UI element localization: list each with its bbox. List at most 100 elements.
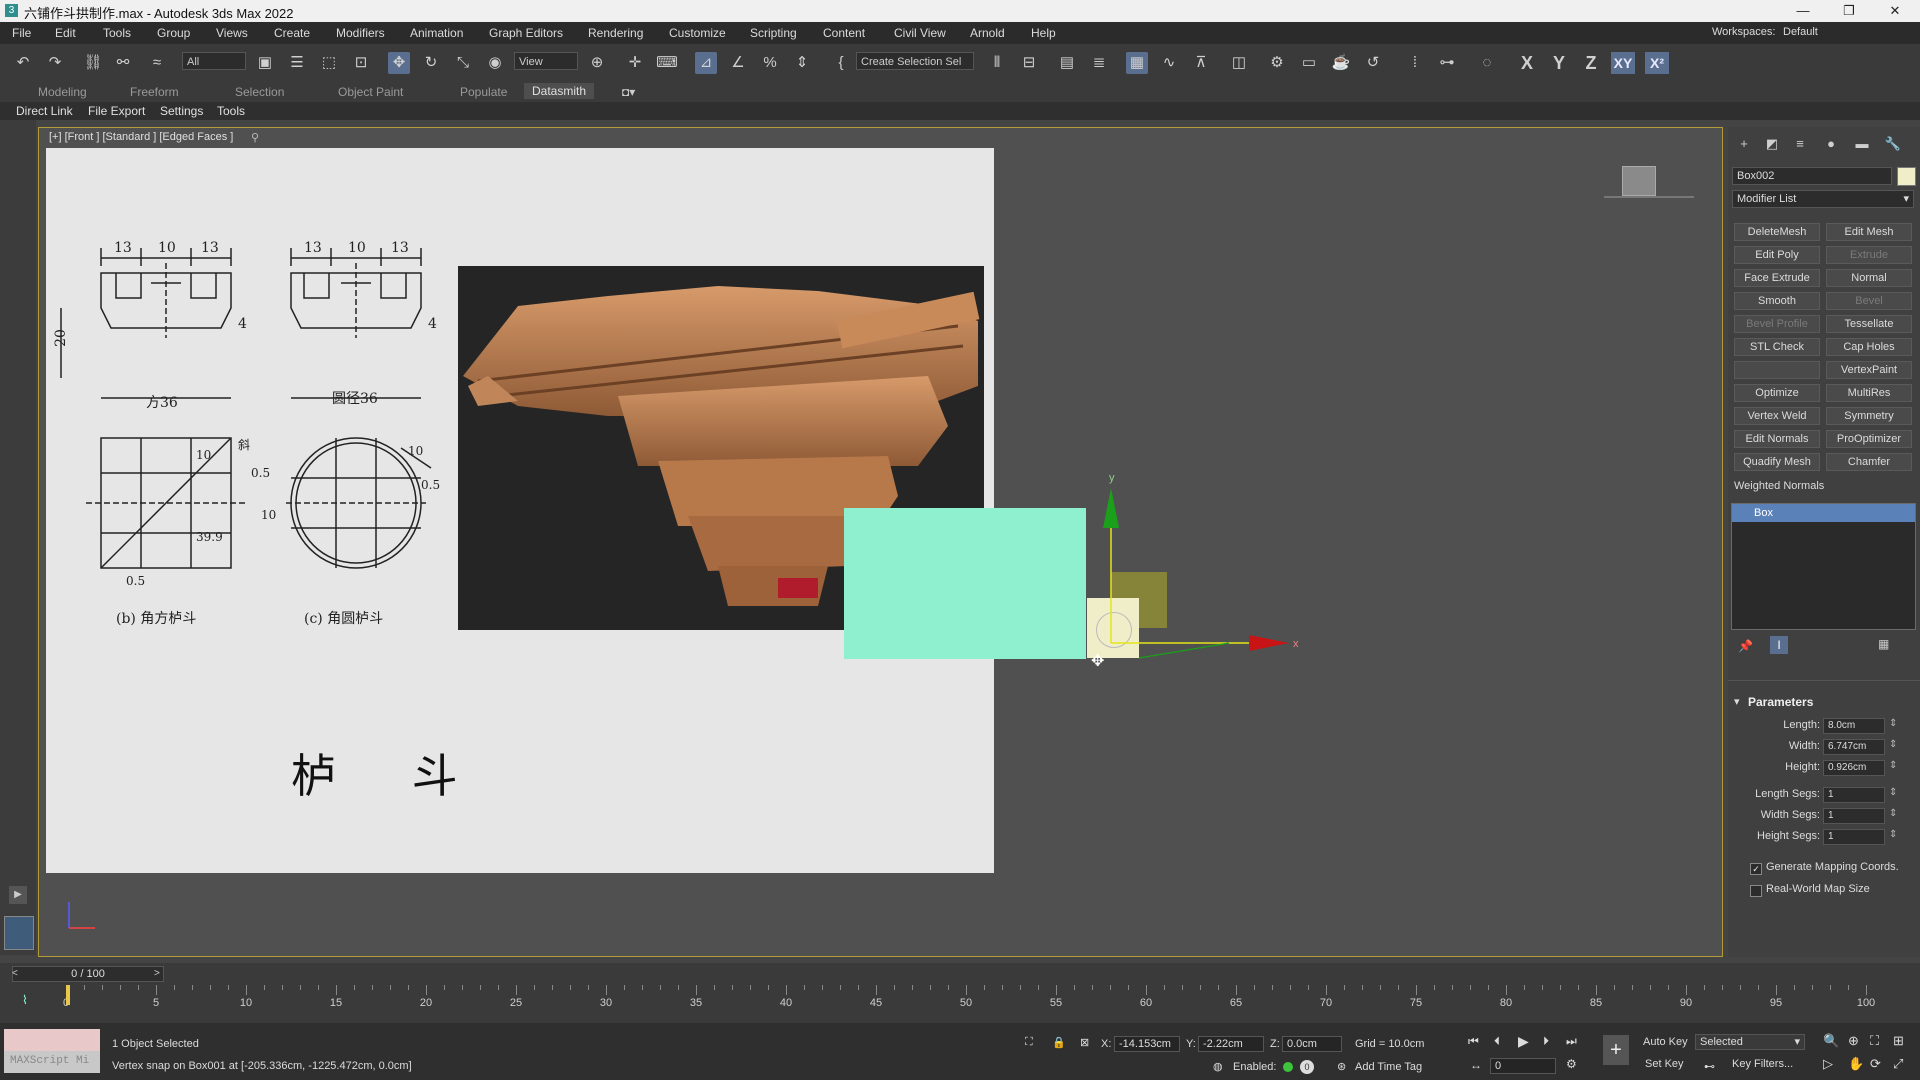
create-tab-icon[interactable]: +: [1734, 134, 1754, 154]
move-gizmo[interactable]: y x ✥: [1079, 448, 1329, 678]
prev-frame-icon[interactable]: <: [12, 968, 18, 979]
tab-populate[interactable]: Populate: [460, 85, 507, 99]
menu-graph-editors[interactable]: Graph Editors: [489, 26, 563, 40]
filter-icon[interactable]: ⚲: [251, 131, 259, 144]
menu-tools[interactable]: Tools: [103, 26, 131, 40]
file-export-button[interactable]: File Export: [88, 104, 145, 118]
spinner-arrows-icon[interactable]: ⇕: [1889, 760, 1897, 771]
spinner-arrows-icon[interactable]: ⇕: [1889, 718, 1897, 729]
prev-key-icon[interactable]: ⏴: [1494, 1034, 1500, 1049]
active-shade-icon[interactable]: ↺: [1362, 52, 1384, 74]
keyboard-shortcut-icon[interactable]: ⌨: [656, 52, 678, 74]
z-coord-field[interactable]: 0.0cm: [1282, 1036, 1342, 1052]
modifier-stack[interactable]: Box: [1731, 503, 1916, 630]
generate-mapping-checkbox[interactable]: ✓: [1750, 863, 1762, 875]
modifier-button[interactable]: Cap Holes: [1826, 338, 1912, 356]
auto-key-button[interactable]: Auto Key: [1643, 1033, 1688, 1051]
menu-animation[interactable]: Animation: [410, 26, 463, 40]
move-icon[interactable]: ✥: [388, 52, 410, 74]
key-mode-icon[interactable]: ↔: [1470, 1058, 1482, 1072]
render-teapot-icon[interactable]: ☕: [1330, 52, 1352, 74]
menu-views[interactable]: Views: [216, 26, 248, 40]
select-by-name-icon[interactable]: ☰: [286, 52, 308, 74]
next-frame-icon[interactable]: >: [154, 968, 160, 979]
pan-icon[interactable]: ✋: [1848, 1056, 1864, 1072]
rendered-frame-icon[interactable]: ▭: [1298, 52, 1320, 74]
spinner-arrows-icon[interactable]: ⇕: [1889, 829, 1897, 840]
utilities-tab-icon[interactable]: 🔧: [1883, 134, 1903, 154]
fov-icon[interactable]: ▷: [1823, 1056, 1833, 1072]
param-spinner[interactable]: 1: [1823, 829, 1885, 845]
y-coord-field[interactable]: -2.22cm: [1198, 1036, 1264, 1052]
mirror-icon[interactable]: ⫴: [986, 52, 1008, 74]
modifier-button[interactable]: Bevel Profile: [1734, 315, 1820, 333]
maxscript-listener[interactable]: MAXScript Mi: [4, 1029, 100, 1073]
hierarchy-tab-icon[interactable]: ≡: [1790, 134, 1810, 154]
configure-sets-icon[interactable]: ▦: [1878, 637, 1889, 651]
next-key-icon[interactable]: ⏵: [1543, 1034, 1549, 1049]
viewport-layout-icon[interactable]: [4, 916, 34, 950]
goto-end-icon[interactable]: ⏭: [1566, 1034, 1577, 1049]
modifier-button[interactable]: DeleteMesh: [1734, 223, 1820, 241]
close-button[interactable]: ✕: [1872, 0, 1918, 22]
enabled-indicator[interactable]: [1283, 1062, 1293, 1072]
spinner-snap-icon[interactable]: ⇕: [791, 52, 813, 74]
zoom-all-icon[interactable]: ⊕: [1848, 1033, 1859, 1049]
link-icon[interactable]: ⛓: [82, 52, 104, 74]
display-tab-icon[interactable]: ▬: [1852, 134, 1872, 154]
pivot-center-icon[interactable]: ⊕: [586, 52, 608, 74]
axis-y-button[interactable]: Y: [1547, 52, 1571, 74]
modify-tab-icon[interactable]: ◩: [1762, 134, 1782, 154]
menu-civil-view[interactable]: Civil View: [894, 26, 946, 40]
modifier-button[interactable]: Face Extrude: [1734, 269, 1820, 287]
minimize-button[interactable]: —: [1780, 0, 1826, 22]
rotate-icon[interactable]: ↻: [420, 52, 442, 74]
menu-group[interactable]: Group: [157, 26, 190, 40]
menu-customize[interactable]: Customize: [669, 26, 726, 40]
object-color-swatch[interactable]: [1897, 167, 1916, 186]
ribbon-toggle-icon[interactable]: ▦: [1126, 52, 1148, 74]
menu-modifiers[interactable]: Modifiers: [336, 26, 385, 40]
time-slider[interactable]: 0 / 100: [12, 966, 164, 982]
modifier-button[interactable]: Bevel: [1826, 292, 1912, 310]
expand-icon[interactable]: ▶: [9, 886, 27, 904]
modifier-button[interactable]: STL Check: [1734, 338, 1820, 356]
modifier-button[interactable]: [1734, 361, 1820, 379]
front-viewport[interactable]: [+] [Front ] [Standard ] [Edged Faces ] …: [38, 127, 1723, 957]
tab-datasmith[interactable]: Datasmith: [524, 83, 595, 99]
curve-editor-mini-icon[interactable]: ⌇: [22, 993, 28, 1007]
select-object-icon[interactable]: ▣: [254, 52, 276, 74]
modifier-button[interactable]: Edit Poly: [1734, 246, 1820, 264]
modifier-button[interactable]: Smooth: [1734, 292, 1820, 310]
isolate-icon[interactable]: ◌: [1476, 52, 1498, 74]
modifier-button[interactable]: Chamfer: [1826, 453, 1912, 471]
curve-editor-icon[interactable]: ∿: [1158, 52, 1180, 74]
menu-rendering[interactable]: Rendering: [588, 26, 643, 40]
modifier-button[interactable]: ProOptimizer: [1826, 430, 1912, 448]
modifier-button[interactable]: Symmetry: [1826, 407, 1912, 425]
percent-snap-icon[interactable]: %: [759, 52, 781, 74]
reference-coordinate-dropdown[interactable]: View: [514, 52, 578, 70]
workspaces-dropdown[interactable]: Default: [1783, 26, 1818, 38]
box-object-box001[interactable]: [844, 508, 1086, 659]
current-frame-field[interactable]: 0: [1490, 1058, 1556, 1074]
zoom-extents-icon[interactable]: ⛶: [1870, 1033, 1879, 1049]
align-icon[interactable]: ⊟: [1018, 52, 1040, 74]
modifier-button[interactable]: Tessellate: [1826, 315, 1912, 333]
menu-edit[interactable]: Edit: [55, 26, 76, 40]
object-name-field[interactable]: Box002: [1732, 167, 1892, 185]
isolate-selection-icon[interactable]: ⛶: [1025, 1036, 1033, 1049]
material-editor-icon[interactable]: ◫: [1228, 52, 1250, 74]
spinner-arrows-icon[interactable]: ⇕: [1889, 787, 1897, 798]
axis-xy-button[interactable]: XY: [1611, 52, 1635, 74]
collapse-icon[interactable]: ▾: [1734, 695, 1740, 708]
spinner-arrows-icon[interactable]: ⇕: [1889, 739, 1897, 750]
key-filters-icon[interactable]: ⊷: [1704, 1060, 1715, 1073]
time-tag-icon[interactable]: 0: [1300, 1060, 1314, 1074]
menu-content[interactable]: Content: [823, 26, 865, 40]
viewcube[interactable]: [1622, 166, 1656, 196]
pin-stack-icon[interactable]: 📌: [1738, 639, 1753, 653]
play-icon[interactable]: ▶: [1518, 1033, 1529, 1050]
motion-tab-icon[interactable]: ●: [1821, 134, 1841, 154]
snap-toggle-icon[interactable]: ⊿: [695, 52, 717, 74]
